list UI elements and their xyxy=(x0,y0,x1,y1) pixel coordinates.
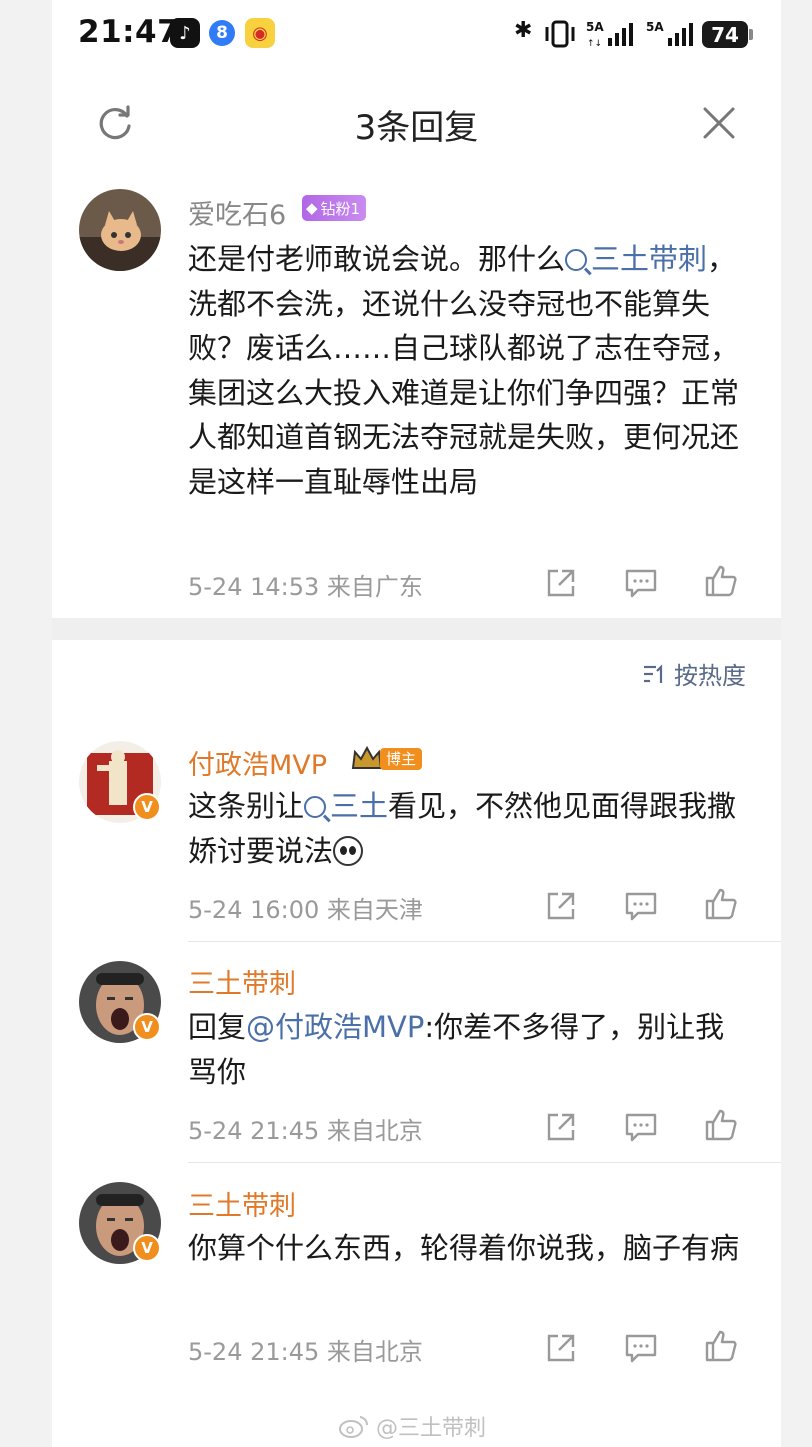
watermark-text: @三土带刺 xyxy=(376,1416,487,1441)
reply-text: 回复@付政浩MVP:你差不多得了，别让我骂你 xyxy=(188,1005,740,1094)
username[interactable]: 爱吃石6 xyxy=(188,193,286,232)
panda-emoji-icon xyxy=(333,835,364,866)
close-icon[interactable] xyxy=(702,106,736,140)
reply-divider xyxy=(188,941,781,942)
bluetooth-icon: ✱ xyxy=(514,18,533,43)
blogger-tag: 博主 xyxy=(380,748,423,770)
reply-text: 这条别让 三土看见，不然他见面得跟我撒娇讨要说法 xyxy=(188,784,740,873)
topic-link-label: 三土 xyxy=(330,789,389,823)
reply-divider xyxy=(188,1162,781,1163)
reply-text-part: 这条别让 xyxy=(188,789,305,823)
avatar[interactable] xyxy=(79,189,161,271)
comment-text-part: ，洗都不会洗，还说什么没夺冠也不能算失败？废话么……自己球队都说了志在夺冠，集团… xyxy=(188,242,740,499)
reply-text: 你算个什么东西，轮得着你说我，脑子有病 xyxy=(188,1231,740,1265)
svg-text:↑↓: ↑↓ xyxy=(587,39,602,48)
comment-icon[interactable] xyxy=(624,1331,658,1365)
search-icon xyxy=(304,796,327,818)
share-icon[interactable] xyxy=(544,1331,578,1365)
reply-meta: 5-24 21:45 来自北京 xyxy=(188,1338,423,1366)
sort-label: 按热度 xyxy=(674,662,746,690)
weibo-logo-icon xyxy=(339,1416,369,1438)
like-icon[interactable] xyxy=(704,1329,738,1363)
username[interactable]: 三土带刺 xyxy=(188,962,296,1001)
diamond-icon: ◆ xyxy=(306,199,318,217)
reply-prefix: 回复 xyxy=(188,1010,247,1044)
vibrate-icon xyxy=(545,20,575,48)
verified-icon: V xyxy=(133,793,161,821)
comment-meta: 5-24 14:53 来自广东 xyxy=(188,573,423,601)
share-icon[interactable] xyxy=(544,566,578,600)
fan-badge: ◆ 钻粉1 xyxy=(302,195,367,221)
kitten-avatar-image xyxy=(79,189,161,271)
signal-icon: 5A ↑↓ xyxy=(586,20,633,48)
reply-sheet: 21:47 ♪ 8 ◉ ✱ 5A ↑↓ 5A 74 3条回复 爱吃石6 ◆ 钻粉… xyxy=(52,0,781,1447)
share-icon[interactable] xyxy=(544,1110,578,1144)
username[interactable]: 三土带刺 xyxy=(188,1184,296,1223)
verified-icon: V xyxy=(133,1234,161,1262)
sort-button[interactable]: 按热度 xyxy=(642,656,746,691)
app-8-icon: 8 xyxy=(207,18,237,48)
comment-text-part: 还是付老师敢说会说。那什么 xyxy=(188,242,566,276)
search-icon xyxy=(565,249,588,271)
share-icon[interactable] xyxy=(544,889,578,923)
topic-link[interactable]: 三土带刺 xyxy=(565,242,707,276)
reply-meta: 5-24 16:00 来自天津 xyxy=(188,896,423,924)
comment-text: 还是付老师敢说会说。那什么 三土带刺，洗都不会洗，还说什么没夺冠也不能算失败？废话… xyxy=(188,237,740,504)
section-separator xyxy=(52,618,781,640)
topic-link-label: 三土带刺 xyxy=(591,242,708,276)
topic-link[interactable]: 三土 xyxy=(304,789,388,823)
page-title: 3条回复 xyxy=(354,108,479,148)
comment-icon[interactable] xyxy=(624,889,658,923)
svg-text:5A: 5A xyxy=(646,20,664,34)
sort-icon xyxy=(644,663,663,683)
fan-badge-label: 钻粉1 xyxy=(320,199,361,218)
like-icon[interactable] xyxy=(704,564,738,598)
tiktok-icon: ♪ xyxy=(170,18,200,48)
mention-link[interactable]: @付政浩MVP xyxy=(246,1010,424,1044)
status-bar: 21:47 ♪ 8 ◉ ✱ 5A ↑↓ 5A 74 xyxy=(52,0,781,70)
signal-icon-2: 5A xyxy=(646,20,693,46)
battery-indicator: 74 xyxy=(702,21,748,48)
battery-nub xyxy=(749,29,753,40)
username[interactable]: 付政浩MVP xyxy=(188,743,327,782)
comment-icon[interactable] xyxy=(624,1110,658,1144)
watermark: @三土带刺 xyxy=(338,1410,486,1442)
comment-icon[interactable] xyxy=(624,566,658,600)
clock: 21:47 xyxy=(78,14,180,50)
svg-text:5A: 5A xyxy=(586,20,604,34)
crown-icon xyxy=(351,745,383,769)
like-icon[interactable] xyxy=(704,1108,738,1142)
like-icon[interactable] xyxy=(704,887,738,921)
reply-meta: 5-24 21:45 来自北京 xyxy=(188,1117,423,1145)
verified-icon: V xyxy=(133,1013,161,1041)
weibo-icon: ◉ xyxy=(245,18,275,48)
